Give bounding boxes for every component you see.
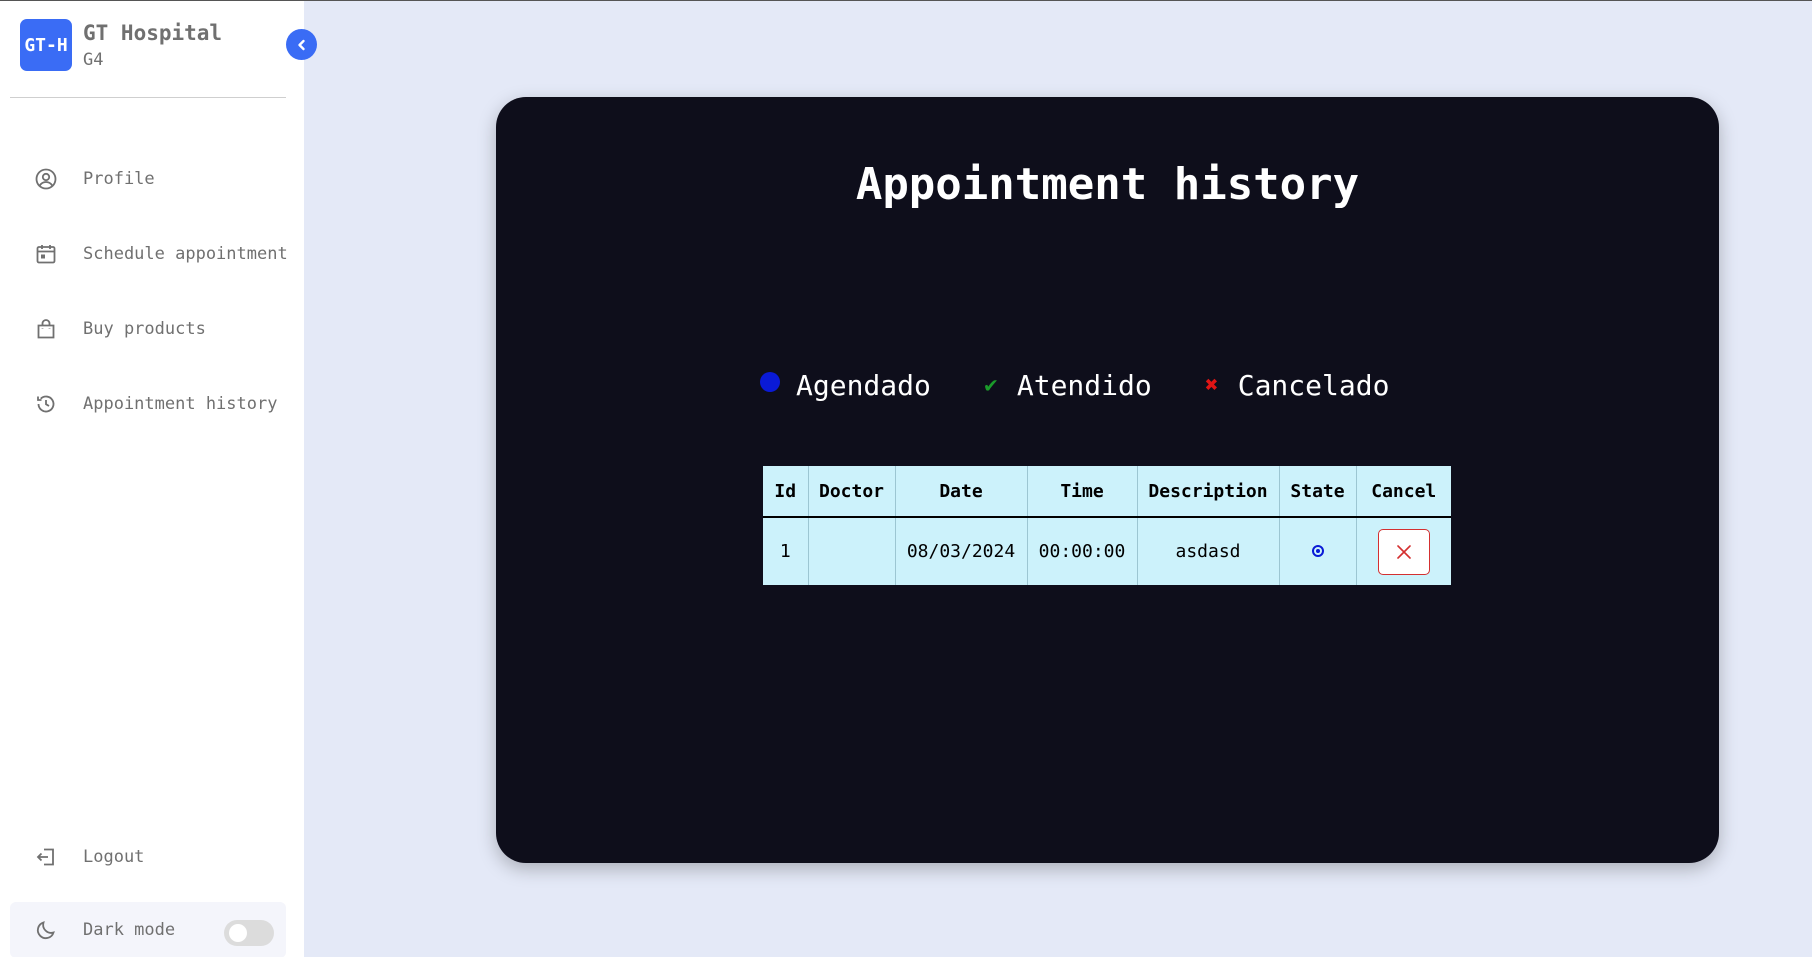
logout-icon <box>36 848 54 866</box>
dark-mode-label: Dark mode <box>83 920 176 940</box>
sidebar-divider <box>10 97 286 98</box>
column-header-cancel: Cancel <box>1356 466 1451 518</box>
shopping-bag-icon <box>37 319 55 339</box>
column-header-time: Time <box>1027 466 1138 518</box>
state-scheduled-icon <box>1311 545 1324 557</box>
sidebar-item-label: Schedule appointment <box>83 244 288 264</box>
toggle-knob <box>229 924 247 942</box>
history-icon <box>37 395 55 413</box>
column-header-state: State <box>1279 466 1357 518</box>
legend-label: Cancelado <box>1237 368 1390 402</box>
sidebar-item-label: Buy products <box>83 319 206 339</box>
cell-state <box>1279 517 1357 585</box>
sidebar-item-label: Profile <box>83 169 155 189</box>
legend-label: Agendado <box>796 368 931 402</box>
cell-time: 00:00:00 <box>1027 517 1138 585</box>
cell-date: 08/03/2024 <box>895 517 1028 585</box>
chevron-left-icon <box>297 39 305 50</box>
sidebar-item-label: Appointment history <box>83 394 278 414</box>
cell-description: asdasd <box>1137 517 1280 585</box>
brand-subtitle: G4 <box>83 50 104 70</box>
logout-label: Logout <box>83 847 145 867</box>
cancel-appointment-button[interactable] <box>1377 528 1430 575</box>
table-header-row: Id Doctor Date Time Description State Ca… <box>763 466 1451 518</box>
brand-logo: GT-H <box>20 19 72 71</box>
brand: GT-H GT Hospital G4 <box>20 19 222 71</box>
brand-name: GT Hospital <box>83 21 223 45</box>
cell-cancel <box>1356 517 1451 585</box>
column-header-description: Description <box>1137 466 1280 518</box>
column-header-date: Date <box>895 466 1028 518</box>
logout-button[interactable]: Logout <box>34 839 144 875</box>
status-legend: Agendado ✔ Atendido ✖ Cancelado <box>760 365 1389 405</box>
close-icon <box>1396 544 1411 559</box>
page-title: Appointment history <box>855 159 1360 210</box>
table-row: 1 08/03/2024 00:00:00 asdasd <box>763 517 1451 585</box>
appointments-table: Id Doctor Date Time Description State Ca… <box>763 466 1451 585</box>
cell-id: 1 <box>763 517 809 585</box>
legend-agendado: Agendado <box>760 369 931 402</box>
dark-mode-row: Dark mode <box>10 902 286 957</box>
column-header-doctor: Doctor <box>808 466 896 518</box>
sidebar-item-schedule-appointment[interactable]: Schedule appointment <box>34 236 288 272</box>
appointment-history-card: Appointment history Agendado ✔ Atendido … <box>496 97 1719 863</box>
moon-icon <box>36 921 55 940</box>
sidebar-item-appointment-history[interactable]: Appointment history <box>34 386 277 422</box>
cross-icon: ✖ <box>1205 372 1219 398</box>
checkmark-icon: ✔ <box>984 372 998 398</box>
sidebar-collapse-button[interactable] <box>286 29 317 60</box>
sidebar-item-buy-products[interactable]: Buy products <box>34 311 206 347</box>
calendar-icon <box>36 245 56 264</box>
sidebar-item-profile[interactable]: Profile <box>34 161 155 197</box>
dark-mode-toggle[interactable] <box>224 920 274 946</box>
blue-dot-icon <box>760 372 780 392</box>
cell-doctor <box>808 517 896 585</box>
sidebar: GT-H GT Hospital G4 Profile Schedule app… <box>0 1 304 957</box>
legend-atendido: ✔ Atendido <box>981 368 1152 402</box>
column-header-id: Id <box>763 466 809 518</box>
legend-cancelado: ✖ Cancelado <box>1202 368 1390 402</box>
user-circle-icon <box>35 168 57 190</box>
legend-label: Atendido <box>1016 368 1152 402</box>
